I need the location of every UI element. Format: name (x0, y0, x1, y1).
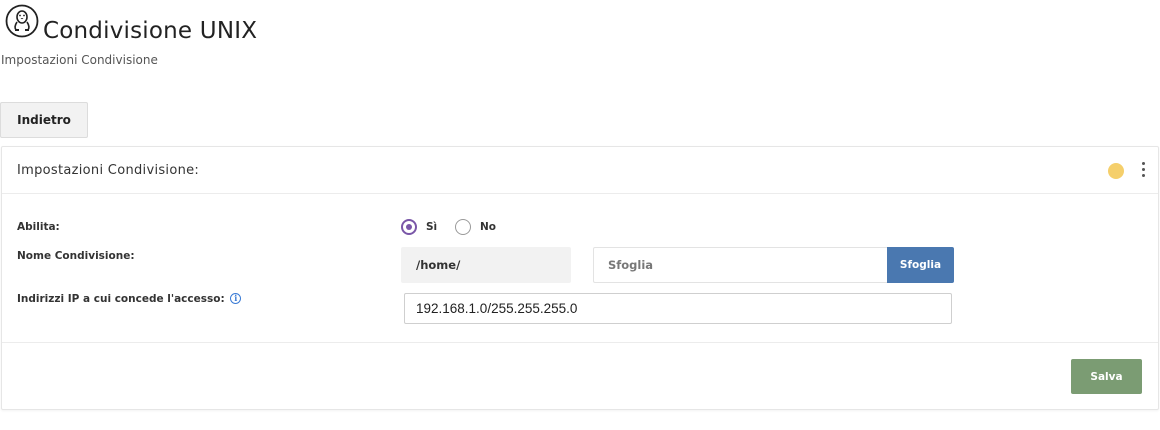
settings-panel: Impostazioni Condivisione: Abilita: Sì N… (1, 146, 1159, 410)
save-button[interactable]: Salva (1071, 359, 1142, 394)
tux-linux-icon (5, 4, 39, 38)
radio-no-label: No (480, 221, 497, 233)
radio-yes-label: Sì (426, 221, 438, 233)
radio-yes-circle[interactable] (401, 219, 417, 235)
radio-no[interactable]: No (455, 219, 505, 237)
ip-access-label-row: Indirizzi IP a cui concede l'accesso: i (17, 293, 242, 305)
back-button[interactable]: Indietro (0, 102, 88, 138)
page-title: Condivisione UNIX (43, 18, 258, 44)
share-path-prefix: /home/ (401, 247, 571, 283)
ip-access-input[interactable] (404, 293, 952, 324)
enable-label: Abilita: (17, 221, 60, 233)
panel-header: Impostazioni Condivisione: (2, 147, 1158, 194)
status-indicator (1108, 163, 1124, 179)
info-icon[interactable]: i (230, 293, 242, 304)
browse-button[interactable]: Sfoglia (887, 247, 954, 283)
panel-divider (2, 342, 1158, 343)
radio-yes[interactable]: Sì (401, 219, 441, 237)
share-name-label: Nome Condivisione: (17, 250, 135, 262)
share-path-prefix-text: /home/ (416, 258, 461, 272)
radio-no-circle[interactable] (455, 219, 471, 235)
panel-title: Impostazioni Condivisione: (17, 163, 200, 178)
page-header: Condivisione UNIX Impostazioni Condivisi… (0, 0, 1160, 80)
share-name-input[interactable] (593, 247, 888, 283)
kebab-menu-icon[interactable] (1136, 160, 1150, 180)
ip-access-label: Indirizzi IP a cui concede l'accesso: (17, 293, 225, 305)
page-subtitle: Impostazioni Condivisione (1, 53, 158, 67)
